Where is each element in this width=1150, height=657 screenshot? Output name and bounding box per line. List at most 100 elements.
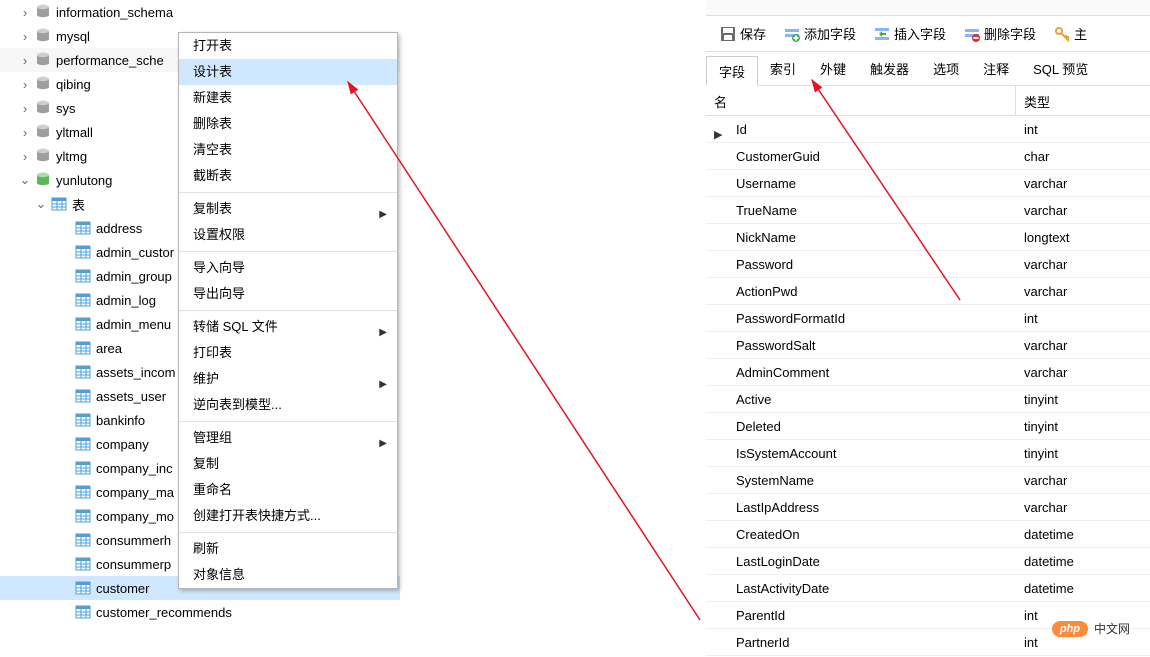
field-type[interactable]: varchar	[1016, 338, 1150, 353]
field-type[interactable]: int	[1016, 122, 1150, 137]
field-row[interactable]: Id▶int	[706, 116, 1150, 143]
field-type[interactable]: tinyint	[1016, 392, 1150, 407]
tab-索引[interactable]: 索引	[758, 52, 808, 85]
field-name[interactable]: CustomerGuid	[706, 149, 1016, 164]
field-row[interactable]: PasswordFormatIdint	[706, 305, 1150, 332]
field-row[interactable]: PasswordSaltvarchar	[706, 332, 1150, 359]
context-menu-item[interactable]: 复制	[179, 451, 397, 477]
tab-选项[interactable]: 选项	[921, 52, 971, 85]
context-menu-item[interactable]: 截断表	[179, 163, 397, 189]
field-name[interactable]: AdminComment	[706, 365, 1016, 380]
field-name[interactable]: NickName	[706, 230, 1016, 245]
field-name[interactable]: PartnerId	[706, 635, 1016, 650]
column-header-type[interactable]: 类型	[1016, 86, 1150, 115]
field-row[interactable]: NickNamelongtext	[706, 224, 1150, 251]
field-type[interactable]: varchar	[1016, 284, 1150, 299]
field-row[interactable]: AdminCommentvarchar	[706, 359, 1150, 386]
expander-icon[interactable]: ›	[18, 125, 32, 140]
context-menu-item[interactable]: 刷新	[179, 536, 397, 562]
field-type[interactable]: varchar	[1016, 365, 1150, 380]
context-menu-item[interactable]: 打印表	[179, 340, 397, 366]
add-field-button[interactable]: 添加字段	[776, 19, 864, 49]
context-menu-item[interactable]: 管理组▶	[179, 425, 397, 451]
field-name[interactable]: SystemName	[706, 473, 1016, 488]
field-type[interactable]: longtext	[1016, 230, 1150, 245]
tab-注释[interactable]: 注释	[971, 52, 1021, 85]
field-type[interactable]: varchar	[1016, 203, 1150, 218]
field-type[interactable]: varchar	[1016, 500, 1150, 515]
expander-icon[interactable]: ⌄	[18, 172, 32, 188]
context-menu-item[interactable]: 逆向表到模型...	[179, 392, 397, 418]
context-menu-item[interactable]: 维护▶	[179, 366, 397, 392]
field-name[interactable]: ActionPwd	[706, 284, 1016, 299]
field-row[interactable]: CustomerGuidchar	[706, 143, 1150, 170]
expander-icon[interactable]: ›	[18, 5, 32, 20]
field-name[interactable]: LastActivityDate	[706, 581, 1016, 596]
expander-icon[interactable]: ›	[18, 101, 32, 116]
field-row[interactable]: CreatedOndatetime	[706, 521, 1150, 548]
context-menu-item[interactable]: 删除表	[179, 111, 397, 137]
context-menu-item[interactable]: 设置权限	[179, 222, 397, 248]
context-menu[interactable]: 打开表设计表新建表删除表清空表截断表复制表▶设置权限导入向导导出向导转储 SQL…	[178, 32, 398, 589]
field-row[interactable]: LastIpAddressvarchar	[706, 494, 1150, 521]
context-menu-item[interactable]: 复制表▶	[179, 196, 397, 222]
insert-field-button[interactable]: 插入字段	[866, 19, 954, 49]
field-name[interactable]: Id▶	[706, 122, 1016, 137]
context-menu-item[interactable]: 对象信息	[179, 562, 397, 588]
field-type[interactable]: varchar	[1016, 257, 1150, 272]
context-menu-item[interactable]: 导出向导	[179, 281, 397, 307]
save-button[interactable]: 保存	[712, 19, 774, 49]
field-name[interactable]: CreatedOn	[706, 527, 1016, 542]
field-row[interactable]: TrueNamevarchar	[706, 197, 1150, 224]
field-name[interactable]: Deleted	[706, 419, 1016, 434]
tree-table[interactable]: customer_recommends	[0, 600, 400, 624]
column-header-name[interactable]: 名	[706, 86, 1016, 115]
tree-database[interactable]: ›information_schema	[0, 0, 400, 24]
expander-icon[interactable]: ›	[18, 29, 32, 44]
field-type[interactable]: tinyint	[1016, 446, 1150, 461]
field-type[interactable]: datetime	[1016, 527, 1150, 542]
tab-字段[interactable]: 字段	[706, 56, 758, 86]
field-name[interactable]: LastIpAddress	[706, 500, 1016, 515]
field-row[interactable]: LastActivityDatedatetime	[706, 575, 1150, 602]
context-menu-item[interactable]: 打开表	[179, 33, 397, 59]
field-row[interactable]: Passwordvarchar	[706, 251, 1150, 278]
field-type[interactable]: int	[1016, 311, 1150, 326]
delete-field-button[interactable]: 删除字段	[956, 19, 1044, 49]
field-type[interactable]: char	[1016, 149, 1150, 164]
context-menu-item[interactable]: 重命名	[179, 477, 397, 503]
field-row[interactable]: Activetinyint	[706, 386, 1150, 413]
context-menu-item[interactable]: 创建打开表快捷方式...	[179, 503, 397, 529]
expander-icon[interactable]: ›	[18, 53, 32, 68]
tab-SQL 预览[interactable]: SQL 预览	[1021, 52, 1100, 85]
field-row[interactable]: Deletedtinyint	[706, 413, 1150, 440]
primary-key-button[interactable]: 主	[1046, 19, 1095, 49]
field-name[interactable]: Username	[706, 176, 1016, 191]
tab-外键[interactable]: 外键	[808, 52, 858, 85]
field-type[interactable]: varchar	[1016, 176, 1150, 191]
field-name[interactable]: LastLoginDate	[706, 554, 1016, 569]
expander-icon[interactable]: ›	[18, 149, 32, 164]
context-menu-item[interactable]: 转储 SQL 文件▶	[179, 314, 397, 340]
field-type[interactable]: datetime	[1016, 581, 1150, 596]
field-name[interactable]: Password	[706, 257, 1016, 272]
field-row[interactable]: Usernamevarchar	[706, 170, 1150, 197]
context-menu-item[interactable]: 清空表	[179, 137, 397, 163]
field-name[interactable]: PasswordFormatId	[706, 311, 1016, 326]
field-type[interactable]: datetime	[1016, 554, 1150, 569]
field-name[interactable]: ParentId	[706, 608, 1016, 623]
field-name[interactable]: Active	[706, 392, 1016, 407]
expander-icon[interactable]: ⌄	[34, 196, 48, 212]
tab-触发器[interactable]: 触发器	[858, 52, 921, 85]
context-menu-item[interactable]: 新建表	[179, 85, 397, 111]
field-type[interactable]: varchar	[1016, 473, 1150, 488]
expander-icon[interactable]: ›	[18, 77, 32, 92]
field-row[interactable]: SystemNamevarchar	[706, 467, 1150, 494]
field-row[interactable]: ActionPwdvarchar	[706, 278, 1150, 305]
field-row[interactable]: IsSystemAccounttinyint	[706, 440, 1150, 467]
context-menu-item[interactable]: 导入向导	[179, 255, 397, 281]
field-name[interactable]: TrueName	[706, 203, 1016, 218]
field-row[interactable]: LastLoginDatedatetime	[706, 548, 1150, 575]
field-name[interactable]: IsSystemAccount	[706, 446, 1016, 461]
context-menu-item[interactable]: 设计表	[179, 59, 397, 85]
